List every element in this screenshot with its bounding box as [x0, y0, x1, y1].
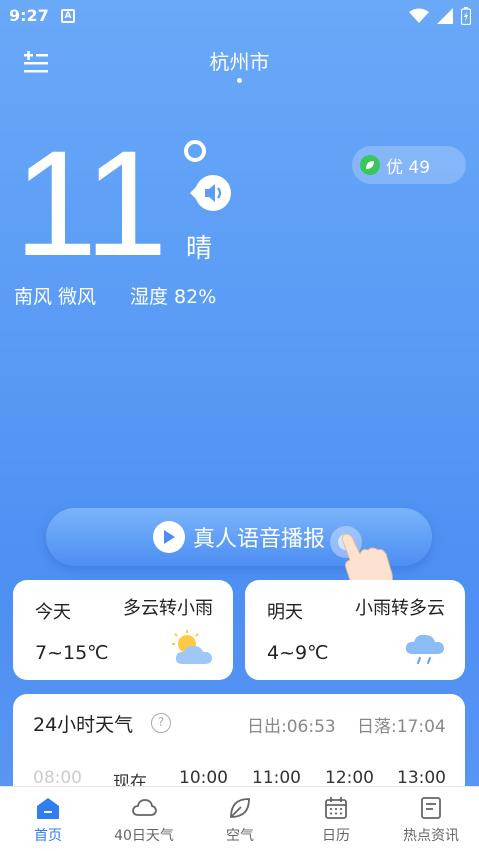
tomorrow-temp-range: 4~9℃: [267, 642, 329, 664]
nav-40day[interactable]: 40日天气: [96, 787, 192, 851]
notification-a-icon: A: [61, 9, 75, 23]
hour-label: 08:00: [33, 768, 82, 788]
hourly-title: 24小时天气: [33, 714, 134, 736]
nav-label: 空气: [226, 828, 254, 844]
news-icon: [421, 797, 441, 819]
signal-icon: [437, 8, 453, 24]
tomorrow-label: 明天: [267, 602, 303, 623]
hour-label: 12:00: [325, 768, 374, 788]
leaf-icon: [360, 155, 380, 175]
hour-label: 13:00: [397, 768, 446, 788]
degree-symbol: [184, 140, 206, 162]
status-time: 9:27: [9, 6, 49, 25]
rain-cloud-icon: [405, 634, 444, 665]
partly-cloudy-icon: [172, 630, 212, 664]
cloud-icon: [132, 799, 157, 816]
aqi-value: 优 49: [386, 157, 431, 178]
nav-label: 日历: [322, 828, 350, 844]
today-forecast-card[interactable]: 今天 多云转小雨 7~15℃: [13, 580, 233, 680]
nav-home[interactable]: 首页: [0, 787, 96, 851]
humidity-info: 湿度 82%: [130, 286, 217, 308]
bottom-nav: 首页 40日天气 空气 日历 热点资讯: [0, 786, 479, 851]
play-icon: [152, 521, 185, 553]
nav-label: 40日天气: [114, 828, 174, 844]
speaker-icon[interactable]: [186, 170, 232, 216]
leaf-icon: [230, 798, 250, 818]
wind-info: 南风 微风: [14, 286, 97, 308]
today-label: 今天: [35, 602, 71, 623]
top-bar: 杭州市: [0, 40, 479, 90]
nav-calendar[interactable]: 日历: [288, 787, 384, 851]
today-description: 多云转小雨: [123, 598, 213, 619]
help-icon[interactable]: ?: [151, 713, 171, 733]
nav-label: 首页: [34, 828, 62, 844]
nav-label: 热点资讯: [403, 828, 459, 844]
tomorrow-forecast-card[interactable]: 明天 小雨转多云 4~9℃: [245, 580, 465, 680]
wifi-icon: [409, 8, 429, 23]
current-temperature: 11: [14, 119, 168, 287]
home-icon: [37, 798, 59, 819]
nav-news[interactable]: 热点资讯: [383, 787, 479, 851]
nav-air[interactable]: 空气: [192, 787, 288, 851]
hour-label: 10:00: [179, 768, 228, 788]
aqi-badge[interactable]: 优 49: [352, 146, 466, 184]
status-icons: [409, 7, 471, 25]
weather-condition: 晴: [186, 234, 213, 264]
battery-icon: [461, 7, 471, 25]
page-indicator-dot: [237, 78, 242, 83]
hour-label: 11:00: [252, 768, 301, 788]
voice-broadcast-label: 真人语音播报: [192, 527, 325, 552]
calendar-icon: [325, 797, 347, 819]
tomorrow-description: 小雨转多云: [355, 598, 445, 619]
sunset-time: 日落:17:04: [357, 717, 446, 737]
status-bar: 9:27 A: [0, 0, 479, 32]
sunrise-time: 日出:06:53: [247, 717, 336, 737]
city-name[interactable]: 杭州市: [0, 46, 479, 75]
today-temp-range: 7~15℃: [35, 642, 109, 664]
